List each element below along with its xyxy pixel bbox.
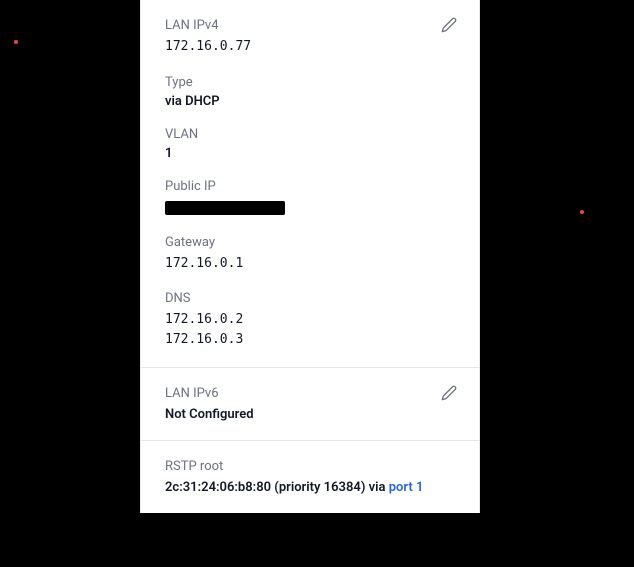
network-details-panel: LAN IPv4 172.16.0.77 Type via DHCP VLAN …	[140, 0, 480, 513]
public-ip-value-redacted	[165, 198, 455, 217]
rstp-root-line: 2c:31:24:06:b8:80 (priority 16384) via p…	[165, 480, 455, 495]
ipv4-address-value: 172.16.0.77	[165, 37, 455, 57]
vlan-block: VLAN 1	[165, 127, 455, 161]
lan-ipv6-section: LAN IPv6 Not Configured	[141, 368, 479, 441]
rstp-port-link[interactable]: port 1	[389, 480, 424, 495]
ipv6-label: LAN IPv6	[165, 386, 455, 401]
rstp-priority-value: 16384	[324, 480, 361, 495]
public-ip-label: Public IP	[165, 179, 455, 194]
rstp-mac: 2c:31:24:06:b8:80	[165, 480, 271, 495]
lan-ipv4-section: LAN IPv4 172.16.0.77 Type via DHCP VLAN …	[141, 0, 479, 368]
dns-block: DNS 172.16.0.2 172.16.0.3	[165, 291, 455, 349]
vlan-value: 1	[165, 146, 455, 161]
ipv4-label: LAN IPv4	[165, 18, 455, 33]
ipv4-address-block: LAN IPv4 172.16.0.77	[165, 18, 455, 57]
rstp-label: RSTP root	[165, 459, 455, 474]
gateway-label: Gateway	[165, 235, 455, 250]
dns-label: DNS	[165, 291, 455, 306]
pencil-icon	[441, 21, 457, 36]
vlan-label: VLAN	[165, 127, 455, 142]
decorative-dot	[580, 210, 584, 214]
type-label: Type	[165, 75, 455, 90]
ipv4-type-block: Type via DHCP	[165, 75, 455, 109]
rstp-section: RSTP root 2c:31:24:06:b8:80 (priority 16…	[141, 441, 479, 513]
gateway-value: 172.16.0.1	[165, 254, 455, 274]
pencil-icon	[441, 389, 457, 404]
rstp-priority-suffix: ) via	[361, 480, 389, 495]
gateway-block: Gateway 172.16.0.1	[165, 235, 455, 274]
decorative-dot	[14, 40, 18, 44]
edit-ipv6-button[interactable]	[439, 384, 459, 404]
ipv6-status: Not Configured	[165, 407, 455, 422]
dns-value-1: 172.16.0.2	[165, 310, 455, 330]
edit-ipv4-button[interactable]	[439, 16, 459, 36]
type-value: via DHCP	[165, 94, 455, 109]
rstp-priority-prefix: (priority	[271, 480, 324, 495]
dns-value-2: 172.16.0.3	[165, 330, 455, 350]
public-ip-block: Public IP	[165, 179, 455, 217]
